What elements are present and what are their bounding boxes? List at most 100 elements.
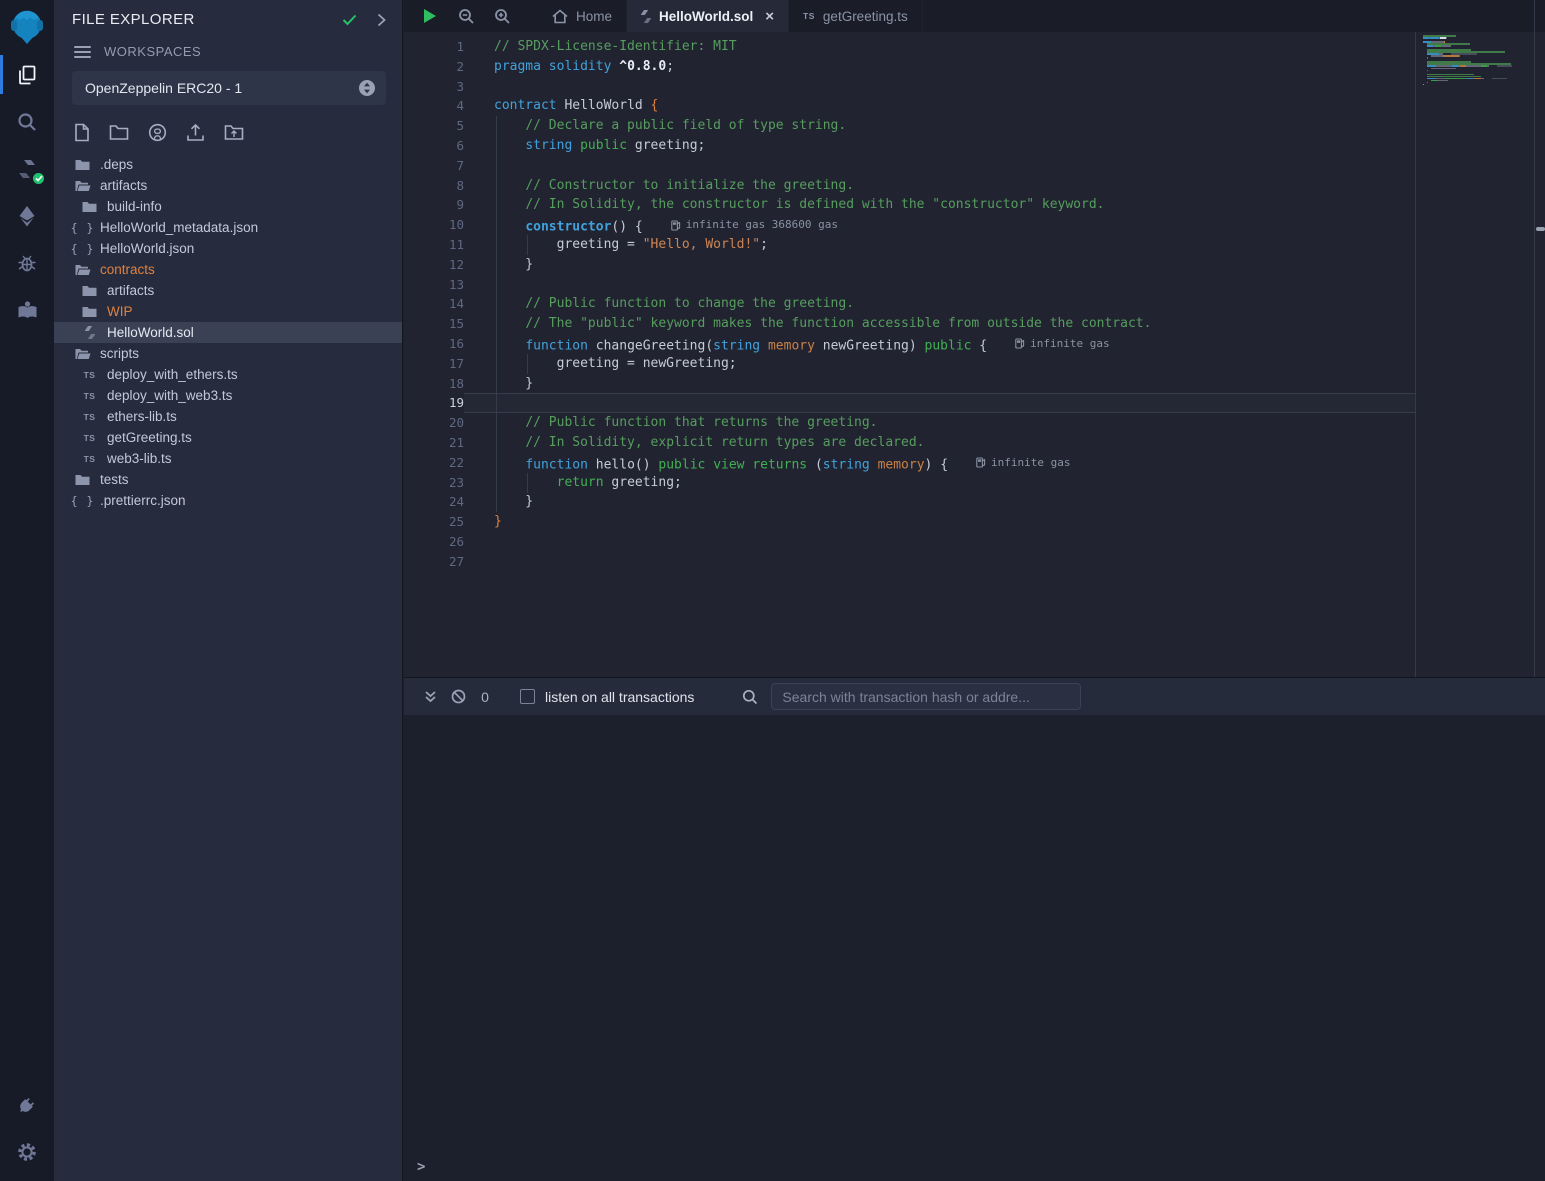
tree-item-helloworld-metadata-json[interactable]: { }HelloWorld_metadata.json <box>54 217 402 238</box>
line-content[interactable] <box>464 156 1415 176</box>
line-number[interactable]: 7 <box>404 156 464 176</box>
tree-item-getgreeting-ts[interactable]: TSgetGreeting.ts <box>54 427 402 448</box>
line-content[interactable]: return greeting; <box>464 473 1415 493</box>
line-content[interactable] <box>464 532 1415 552</box>
line-number[interactable]: 26 <box>404 532 464 552</box>
line-number[interactable]: 11 <box>404 235 464 255</box>
line-content[interactable]: // Declare a public field of type string… <box>464 116 1415 136</box>
line-number[interactable]: 22 <box>404 453 464 473</box>
tree-item-artifacts[interactable]: artifacts <box>54 280 402 301</box>
line-number[interactable]: 10 <box>404 215 464 235</box>
line-content[interactable]: // The "public" keyword makes the functi… <box>464 314 1415 334</box>
code-editor[interactable]: 1// SPDX-License-Identifier: MIT2pragma … <box>404 32 1545 677</box>
github-icon[interactable] <box>148 123 167 142</box>
line-content[interactable]: function hello() public view returns (st… <box>464 453 1415 473</box>
line-number[interactable]: 8 <box>404 176 464 196</box>
tree-item-tests[interactable]: tests <box>54 469 402 490</box>
upload-folder-icon[interactable] <box>224 124 244 141</box>
line-number[interactable]: 5 <box>404 116 464 136</box>
line-number[interactable]: 12 <box>404 255 464 275</box>
upload-file-icon[interactable] <box>186 123 205 142</box>
line-number[interactable]: 17 <box>404 354 464 374</box>
run-script-icon[interactable] <box>412 0 448 32</box>
debugger-bug-icon[interactable] <box>0 239 54 286</box>
line-number[interactable]: 4 <box>404 96 464 116</box>
line-content[interactable]: } <box>464 374 1415 394</box>
line-number[interactable]: 14 <box>404 294 464 314</box>
minimap[interactable] <box>1423 35 1515 90</box>
scrollbar-grip[interactable] <box>1536 227 1545 231</box>
file-explorer-icon[interactable] <box>0 51 54 98</box>
line-content[interactable]: pragma solidity ^0.8.0; <box>464 57 1415 77</box>
tree-item-deploy-with-web3-ts[interactable]: TSdeploy_with_web3.ts <box>54 385 402 406</box>
line-number[interactable]: 20 <box>404 413 464 433</box>
line-number[interactable]: 13 <box>404 275 464 295</box>
deploy-run-icon[interactable] <box>0 192 54 239</box>
line-number[interactable]: 21 <box>404 433 464 453</box>
zoom-out-icon[interactable] <box>448 0 484 32</box>
tree-item-artifacts[interactable]: artifacts <box>54 175 402 196</box>
line-content[interactable]: contract HelloWorld { <box>464 96 1415 116</box>
tree-item-ethers-lib-ts[interactable]: TSethers-lib.ts <box>54 406 402 427</box>
tree-item-wip[interactable]: WIP <box>54 301 402 322</box>
line-content[interactable]: } <box>464 512 1415 532</box>
line-number[interactable]: 1 <box>404 37 464 57</box>
line-content[interactable]: greeting = newGreeting; <box>464 354 1415 374</box>
line-number[interactable]: 19 <box>404 393 464 413</box>
line-content[interactable]: } <box>464 255 1415 275</box>
panel-collapse-chevron-icon[interactable] <box>377 13 386 27</box>
tree-item-web3-lib-ts[interactable]: TSweb3-lib.ts <box>54 448 402 469</box>
line-content[interactable] <box>464 77 1415 97</box>
solidity-compiler-icon[interactable] <box>0 145 54 192</box>
line-number[interactable]: 25 <box>404 512 464 532</box>
terminal-expand-chevrons-icon[interactable] <box>416 690 444 703</box>
line-content[interactable]: // Constructor to initialize the greetin… <box>464 176 1415 196</box>
line-content[interactable]: // Public function that returns the gree… <box>464 413 1415 433</box>
new-file-icon[interactable] <box>74 123 90 142</box>
line-number[interactable]: 24 <box>404 492 464 512</box>
tab-helloworld-sol[interactable]: HelloWorld.sol× <box>627 0 789 32</box>
tree-item--deps[interactable]: .deps <box>54 154 402 175</box>
line-content[interactable] <box>464 275 1415 295</box>
line-content[interactable]: constructor() {infinite gas 368600 gas <box>464 215 1415 235</box>
workspace-ok-check-icon[interactable] <box>342 14 357 26</box>
line-content[interactable]: function changeGreeting(string memory ne… <box>464 334 1415 354</box>
line-number[interactable]: 27 <box>404 552 464 572</box>
tree-item-scripts[interactable]: scripts <box>54 343 402 364</box>
new-folder-icon[interactable] <box>109 124 129 141</box>
tree-item-deploy-with-ethers-ts[interactable]: TSdeploy_with_ethers.ts <box>54 364 402 385</box>
tree-item-contracts[interactable]: contracts <box>54 259 402 280</box>
line-number[interactable]: 16 <box>404 334 464 354</box>
tab-getgreeting-ts[interactable]: TSgetGreeting.ts <box>789 0 923 32</box>
line-number[interactable]: 18 <box>404 374 464 394</box>
line-content[interactable]: // SPDX-License-Identifier: MIT <box>464 37 1415 57</box>
line-number[interactable]: 2 <box>404 57 464 77</box>
line-number[interactable]: 3 <box>404 77 464 97</box>
tree-item-build-info[interactable]: build-info <box>54 196 402 217</box>
tree-item-helloworld-json[interactable]: { }HelloWorld.json <box>54 238 402 259</box>
tree-item--prettierrc-json[interactable]: { }.prettierrc.json <box>54 490 402 511</box>
learn-book-icon[interactable] <box>0 286 54 333</box>
clear-console-icon[interactable] <box>444 689 472 704</box>
tree-item-helloworld-sol[interactable]: HelloWorld.sol <box>54 322 402 343</box>
zoom-in-icon[interactable] <box>484 0 520 32</box>
workspaces-menu-icon[interactable] <box>74 46 91 58</box>
workspace-select[interactable]: OpenZeppelin ERC20 - 1 <box>72 71 386 105</box>
editor-scrollbar-track[interactable] <box>1534 0 1535 677</box>
line-content[interactable]: // In Solidity, explicit return types ar… <box>464 433 1415 453</box>
line-number[interactable]: 6 <box>404 136 464 156</box>
terminal-content[interactable]: > <box>404 715 1545 1181</box>
settings-gear-icon[interactable] <box>0 1128 54 1175</box>
tab-home[interactable]: Home <box>538 0 627 32</box>
line-number[interactable]: 9 <box>404 195 464 215</box>
plugin-manager-icon[interactable] <box>0 1081 54 1128</box>
line-content[interactable]: } <box>464 492 1415 512</box>
line-content[interactable]: greeting = "Hello, World!"; <box>464 235 1415 255</box>
line-content[interactable]: // In Solidity, the constructor is defin… <box>464 195 1415 215</box>
line-number[interactable]: 15 <box>404 314 464 334</box>
listen-transactions-checkbox[interactable] <box>520 689 535 704</box>
line-content[interactable] <box>464 393 1415 413</box>
line-number[interactable]: 23 <box>404 473 464 493</box>
search-icon[interactable] <box>0 98 54 145</box>
line-content[interactable] <box>464 552 1415 572</box>
